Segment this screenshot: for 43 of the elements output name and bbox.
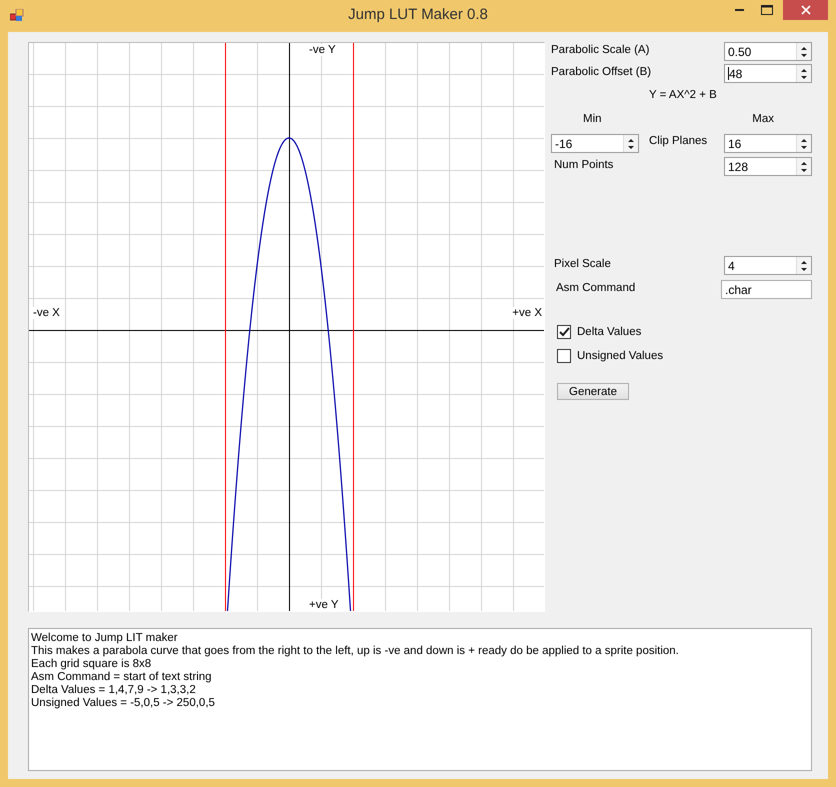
clip-max-field[interactable]: 16 <box>724 134 812 153</box>
generate-button[interactable]: Generate <box>557 383 629 400</box>
minimize-icon[interactable] <box>734 9 744 11</box>
field-label: Asm Command <box>555 281 636 294</box>
spin-arrows-icon[interactable] <box>800 46 808 58</box>
axis-label: -ve Y <box>309 44 336 56</box>
formula-text: Y = AX^2 + B <box>648 89 718 101</box>
field-label: Pixel Scale <box>553 257 612 270</box>
checkbox-label: Unsigned Values <box>577 350 664 362</box>
spin-arrows-icon[interactable] <box>627 138 635 150</box>
spin-arrows-icon[interactable] <box>800 160 808 172</box>
spin-arrows-icon[interactable] <box>800 68 808 80</box>
offset-field[interactable]: 48 <box>724 64 812 83</box>
num-points-field[interactable]: 128 <box>724 157 812 176</box>
close-button[interactable] <box>783 0 828 20</box>
max-label: Max <box>752 113 774 125</box>
log-line: Each grid square is 8x8 <box>31 658 152 671</box>
checkbox[interactable] <box>557 349 571 363</box>
axis-label: +ve Y <box>309 599 339 611</box>
min-label: Min <box>583 113 602 125</box>
scale-field[interactable]: 0.50 <box>724 42 812 61</box>
field-label: Parabolic Offset (B) <box>551 65 652 78</box>
spin-arrows-icon[interactable] <box>800 260 808 272</box>
log-line: This makes a parabola curve that goes from the right to the left, up is -ve and down is + ready do be applied to a sprite position. <box>31 644 680 658</box>
log-line: Unsigned Values = -5,0,5 -> 250,0,5 <box>31 696 216 710</box>
clip-planes-label: Clip Planes <box>649 134 708 147</box>
pixel-scale-field[interactable]: 4 <box>724 256 812 275</box>
checkbox-label: Delta Values <box>577 326 642 338</box>
clip-min-field[interactable]: -16 <box>551 134 639 153</box>
asm-command-field[interactable]: .char <box>721 280 812 299</box>
axis-label: +ve X <box>512 307 542 319</box>
spin-arrows-icon[interactable] <box>800 138 808 150</box>
window-title: Jump LUT Maker 0.8 <box>348 6 488 23</box>
field-label: Num Points <box>553 158 614 171</box>
checkbox[interactable] <box>557 325 571 339</box>
field-label: Parabolic Scale (A) <box>551 43 650 56</box>
axis-label: -ve X <box>33 307 60 319</box>
app-icon <box>10 8 24 22</box>
maximize-icon[interactable] <box>761 5 773 15</box>
log-line: Delta Values = 1,4,7,9 -> 1,3,3,2 <box>31 684 197 697</box>
close-icon[interactable] <box>800 5 810 15</box>
log-line: Asm Command = start of text string <box>31 670 213 684</box>
log-line: Welcome to Jump LIT maker <box>31 632 179 645</box>
